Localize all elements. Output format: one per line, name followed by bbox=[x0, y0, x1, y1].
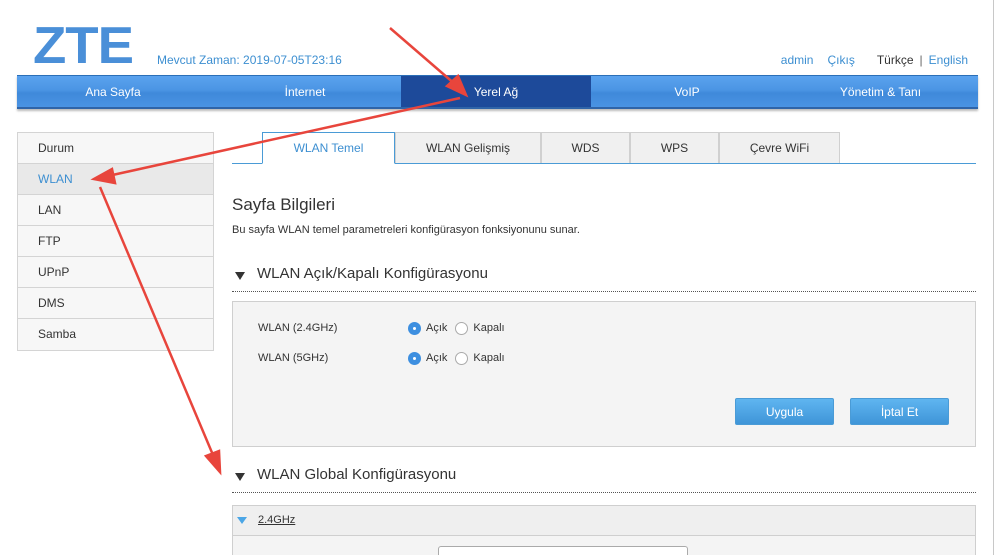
zte-logo: ZTE bbox=[33, 17, 134, 75]
radio-button[interactable] bbox=[455, 321, 469, 335]
radio-off-option[interactable]: Kapalı bbox=[455, 351, 505, 365]
wlan-5ghz-row: WLAN (5GHz) Açık Kapalı bbox=[258, 350, 513, 366]
cancel-button[interactable]: İptal Et bbox=[850, 398, 949, 425]
tab-wlan-advanced[interactable]: WLAN Gelişmiş bbox=[395, 132, 541, 163]
sidebar-item-dms[interactable]: DMS bbox=[18, 288, 213, 319]
radio-button[interactable] bbox=[455, 351, 469, 365]
radio-button-checked[interactable] bbox=[408, 321, 421, 335]
time-label: Mevcut Zaman: bbox=[157, 53, 240, 67]
nav-local-network[interactable]: Yerel Ağ bbox=[401, 76, 591, 107]
section-title: WLAN Açık/Kapalı Konfigürasyonu bbox=[257, 265, 488, 282]
radio-on-option[interactable]: Açık bbox=[408, 351, 448, 365]
select-field[interactable] bbox=[438, 546, 688, 555]
radio-label: Kapalı bbox=[473, 322, 505, 334]
radio-button-checked[interactable] bbox=[408, 351, 421, 365]
tab-wlan-basic[interactable]: WLAN Temel bbox=[262, 132, 395, 164]
radio-label: Kapalı bbox=[473, 352, 505, 364]
current-time: Mevcut Zaman: 2019-07-05T23:16 bbox=[157, 53, 342, 67]
collapse-triangle-icon bbox=[235, 272, 245, 280]
field-label: WLAN (5GHz) bbox=[258, 352, 329, 364]
logout-link[interactable]: Çıkış bbox=[827, 53, 854, 67]
sidebar-item-upnp[interactable]: UPnP bbox=[18, 257, 213, 288]
sidebar-item-wlan[interactable]: WLAN bbox=[18, 164, 213, 195]
band-24ghz-body bbox=[232, 536, 976, 555]
section-title: WLAN Global Konfigürasyonu bbox=[257, 466, 457, 483]
arrow-head bbox=[203, 449, 222, 476]
section-header-onoff[interactable]: WLAN Açık/Kapalı Konfigürasyonu bbox=[232, 262, 976, 292]
tab-wps[interactable]: WPS bbox=[630, 132, 719, 163]
language-english-link[interactable]: English bbox=[929, 53, 968, 67]
band-24ghz-link[interactable]: 2.4GHz bbox=[258, 514, 295, 526]
nav-home[interactable]: Ana Sayfa bbox=[17, 76, 209, 107]
tab-neighbor-wifi[interactable]: Çevre WiFi bbox=[719, 132, 840, 163]
nav-management[interactable]: Yönetim & Tanı bbox=[783, 76, 978, 107]
radio-off-option[interactable]: Kapalı bbox=[455, 321, 505, 335]
wlan-24ghz-row: WLAN (2.4GHz) Açık Kapalı bbox=[258, 320, 513, 336]
band-24ghz-header[interactable]: 2.4GHz bbox=[232, 505, 976, 536]
section-header-global[interactable]: WLAN Global Konfigürasyonu bbox=[232, 463, 976, 493]
expand-triangle-icon bbox=[237, 517, 247, 524]
main-navigation: Ana Sayfa İnternet Yerel Ağ VoIP Yönetim… bbox=[17, 75, 978, 109]
page-description: Bu sayfa WLAN temel parametreleri konfig… bbox=[232, 224, 580, 236]
nav-voip[interactable]: VoIP bbox=[591, 76, 783, 107]
collapse-triangle-icon bbox=[235, 473, 245, 481]
apply-button[interactable]: Uygula bbox=[735, 398, 834, 425]
sidebar-item-ftp[interactable]: FTP bbox=[18, 226, 213, 257]
window-edge bbox=[993, 0, 994, 555]
radio-on-option[interactable]: Açık bbox=[408, 321, 448, 335]
time-value: 2019-07-05T23:16 bbox=[243, 53, 342, 67]
page-title: Sayfa Bilgileri bbox=[232, 195, 335, 214]
tab-wds[interactable]: WDS bbox=[541, 132, 630, 163]
sidebar-item-lan[interactable]: LAN bbox=[18, 195, 213, 226]
onoff-panel: WLAN (2.4GHz) Açık Kapalı WLAN (5GHz) Aç… bbox=[232, 301, 976, 447]
radio-label: Açık bbox=[426, 322, 448, 334]
sidebar-item-durum[interactable]: Durum bbox=[18, 133, 213, 164]
nav-internet[interactable]: İnternet bbox=[209, 76, 401, 107]
radio-label: Açık bbox=[426, 352, 448, 364]
sidebar: Durum WLAN LAN FTP UPnP DMS Samba bbox=[17, 132, 214, 351]
field-label: WLAN (2.4GHz) bbox=[258, 322, 338, 334]
language-separator: | bbox=[919, 53, 923, 67]
language-current: Türkçe bbox=[876, 53, 914, 67]
admin-user-link[interactable]: admin bbox=[781, 53, 814, 67]
tab-bar: WLAN Temel WLAN Gelişmiş WDS WPS Çevre W… bbox=[232, 132, 976, 164]
sidebar-item-samba[interactable]: Samba bbox=[18, 319, 213, 350]
top-links: admin Çıkış Türkçe | English bbox=[781, 53, 968, 67]
